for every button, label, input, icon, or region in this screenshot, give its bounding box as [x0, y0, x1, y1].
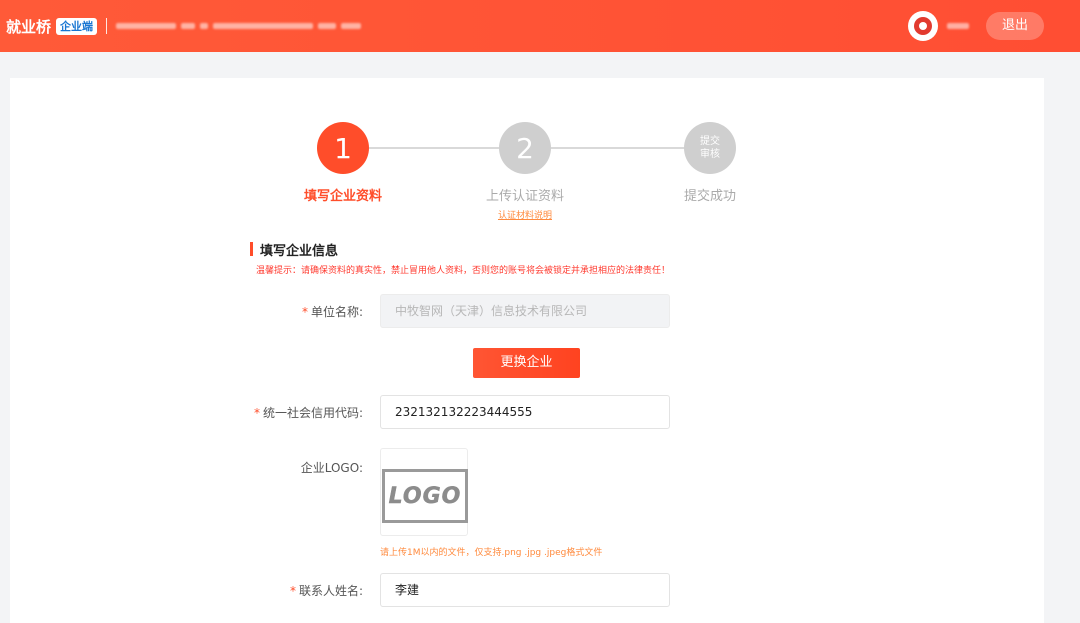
credit-code-label: * 统一社会信用代码:	[163, 404, 363, 421]
change-company-button[interactable]: 更换企业	[473, 348, 580, 378]
section-title-text: 填写企业信息	[260, 243, 339, 259]
step-connector-1	[369, 147, 499, 149]
company-name-label: * 单位名称:	[163, 303, 363, 320]
step-2-number: 2	[516, 131, 534, 165]
user-area: 退出	[908, 11, 1044, 41]
company-name-field: 中牧智网（天津）信息技术有限公司	[380, 294, 670, 328]
step-2-circle: 2	[499, 122, 551, 174]
step-1-circle: 1	[317, 122, 369, 174]
step-3-text-line-2: 审核	[700, 149, 720, 160]
contact-name-label-text: 联系人姓名:	[298, 584, 363, 598]
credit-code-label-text: 统一社会信用代码:	[262, 406, 363, 420]
logout-button[interactable]: 退出	[986, 12, 1044, 40]
page-gutter	[1044, 52, 1080, 623]
credit-code-input[interactable]: 232132132223444555	[380, 395, 670, 429]
step-3-circle: 提交 审核	[684, 122, 736, 174]
section-title: 填写企业信息	[250, 241, 339, 259]
redacted-username	[947, 23, 969, 29]
material-guide-link[interactable]: 认证材料说明	[460, 208, 590, 221]
company-name-label-text: 单位名称:	[310, 305, 363, 319]
step-3-label: 提交成功	[683, 189, 736, 204]
section-title-accent-bar	[250, 242, 253, 256]
brand[interactable]: 就业桥 企业端	[6, 13, 362, 39]
required-mark: *	[289, 584, 296, 598]
logo-label: 企业LOGO:	[300, 461, 363, 475]
required-mark: *	[301, 305, 308, 319]
brand-name: 就业桥	[6, 17, 52, 36]
contact-name-input[interactable]: 李建	[380, 573, 670, 607]
warning-tip: 温馨提示：请确保资料的真实性，禁止冒用他人资料，否则您的账号将会被锁定并承担相应…	[256, 266, 671, 276]
required-mark: *	[253, 406, 260, 420]
step-connector-2	[551, 147, 685, 149]
logo-placeholder-text: LOGO	[388, 483, 462, 509]
step-1-label: 填写企业资料	[303, 189, 382, 204]
brand-divider	[106, 18, 108, 34]
contact-name-label: * 联系人姓名:	[163, 582, 363, 599]
user-avatar-icon[interactable]	[908, 11, 938, 41]
top-header: 就业桥 企业端 退出	[0, 0, 1080, 52]
logo-upload[interactable]: LOGO	[380, 448, 468, 536]
redacted-company-name	[116, 23, 362, 29]
logo-upload-hint: 请上传1M以内的文件，仅支持.png .jpg .jpeg格式文件	[380, 548, 603, 558]
step-2-label: 上传认证资料	[485, 189, 564, 204]
step-3-text-line-1: 提交	[700, 136, 720, 147]
step-1-number: 1	[334, 131, 352, 165]
logo-placeholder-icon: LOGO	[382, 469, 468, 523]
brand-tag: 企业端	[56, 17, 98, 35]
